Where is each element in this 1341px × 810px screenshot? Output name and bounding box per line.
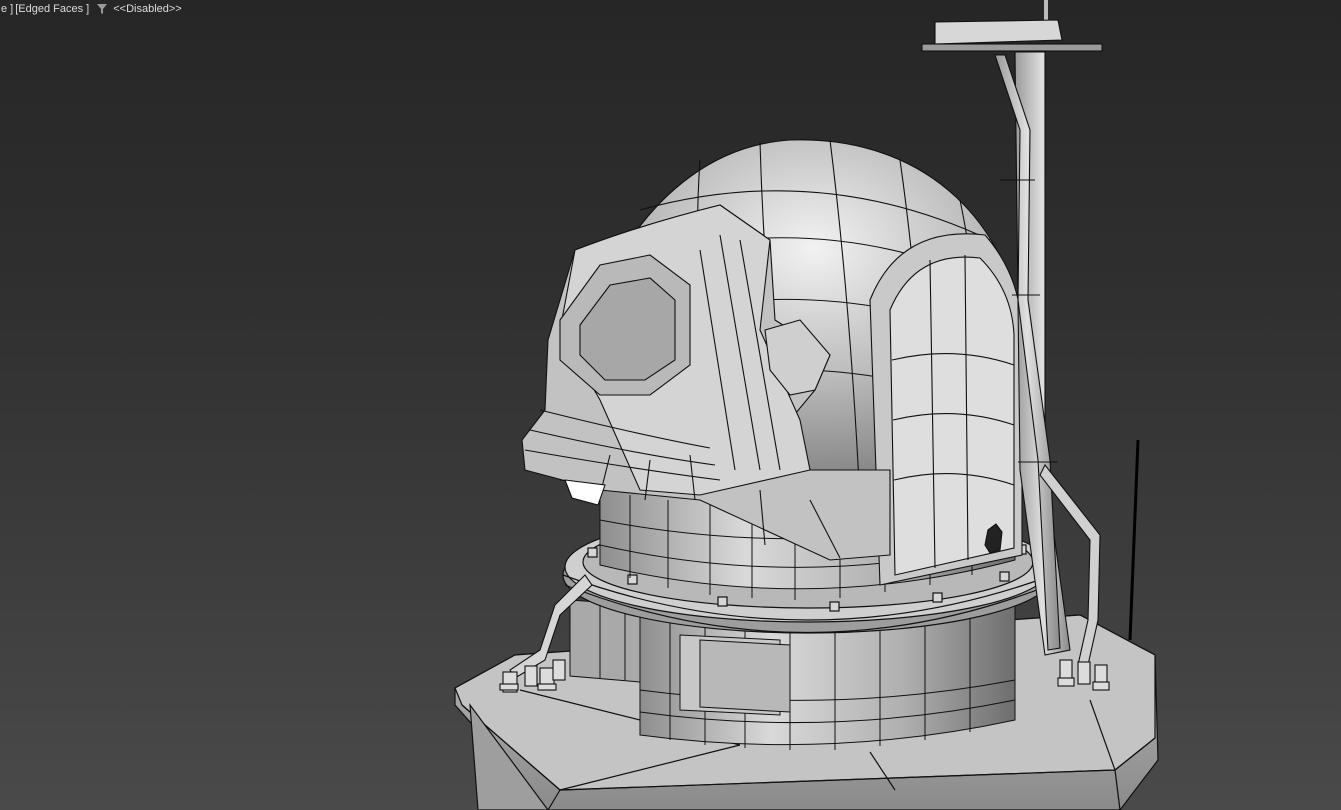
edged-faces-label[interactable]: [Edged Faces ] xyxy=(14,3,90,15)
antenna-wire xyxy=(1128,439,1140,641)
3d-viewport[interactable]: e ] [Edged Faces ] <<Disabled>> xyxy=(0,0,1341,810)
disabled-label[interactable]: <<Disabled>> xyxy=(112,3,183,15)
funnel-icon[interactable] xyxy=(96,3,108,15)
shading-mode-label[interactable]: e ] xyxy=(0,3,14,15)
viewport-label-bar: e ] [Edged Faces ] <<Disabled>> xyxy=(0,0,183,18)
wireframe-model[interactable] xyxy=(0,0,1341,810)
